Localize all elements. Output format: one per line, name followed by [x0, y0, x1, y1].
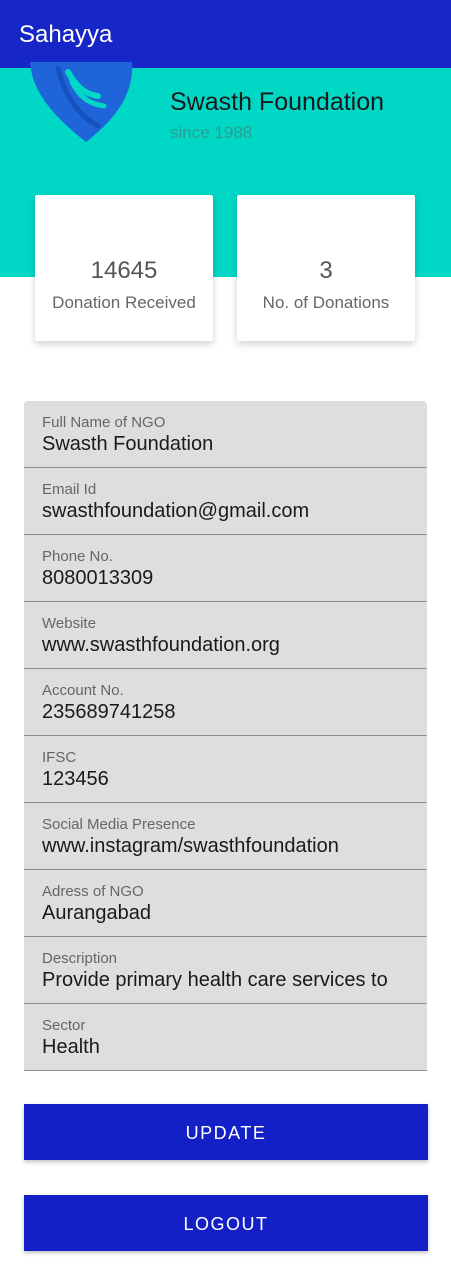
field-value[interactable]: Provide primary health care services to [42, 968, 409, 992]
description-field[interactable]: Description Provide primary health care … [24, 937, 427, 1004]
field-value[interactable]: 235689741258 [42, 700, 409, 724]
field-value[interactable]: www.swasthfoundation.org [42, 633, 409, 657]
field-label: Full Name of NGO [42, 414, 166, 431]
sector-field[interactable]: Sector Health [24, 1004, 427, 1071]
ifsc-field[interactable]: IFSC 123456 [24, 736, 427, 803]
field-label: Phone No. [42, 548, 113, 565]
donation-received-card: 14645 Donation Received [35, 195, 213, 341]
app-bar: Sahayya [0, 0, 451, 68]
donation-count-label: No. of Donations [262, 293, 390, 312]
ngo-details-form: Full Name of NGO Swasth Foundation Email… [24, 401, 427, 1071]
field-label: Adress of NGO [42, 883, 144, 900]
account-number-field[interactable]: Account No. 235689741258 [24, 669, 427, 736]
update-button[interactable]: UPDATE [24, 1104, 428, 1160]
field-label: Account No. [42, 682, 124, 699]
org-name: Swasth Foundation [170, 88, 385, 116]
field-label: Sector [42, 1017, 86, 1034]
field-label: Social Media Presence [42, 816, 196, 833]
field-value[interactable]: 123456 [42, 767, 409, 791]
ngo-name-field[interactable]: Full Name of NGO Swasth Foundation [24, 401, 427, 468]
field-value[interactable]: www.instagram/swasthfoundation [42, 834, 409, 858]
donation-received-value: 14645 [90, 257, 158, 284]
field-label: Email Id [42, 481, 97, 498]
field-value[interactable]: 8080013309 [42, 566, 409, 590]
heart-hands-icon [30, 62, 133, 142]
social-media-field[interactable]: Social Media Presence www.instagram/swas… [24, 803, 427, 870]
field-value[interactable]: Health [42, 1035, 409, 1059]
field-value[interactable]: Aurangabad [42, 901, 409, 925]
email-field[interactable]: Email Id swasthfoundation@gmail.com [24, 468, 427, 535]
field-value[interactable]: Swasth Foundation [42, 432, 409, 456]
phone-field[interactable]: Phone No. 8080013309 [24, 535, 427, 602]
logout-button[interactable]: LOGOUT [24, 1195, 428, 1251]
donation-received-label: Donation Received [52, 293, 196, 312]
website-field[interactable]: Website www.swasthfoundation.org [24, 602, 427, 669]
donation-count-value: 3 [319, 257, 333, 284]
field-value[interactable]: swasthfoundation@gmail.com [42, 499, 409, 523]
org-since: since 1988 [170, 123, 253, 142]
address-field[interactable]: Adress of NGO Aurangabad [24, 870, 427, 937]
field-label: Website [42, 615, 96, 632]
donation-count-card: 3 No. of Donations [237, 195, 415, 341]
field-label: Description [42, 950, 118, 967]
field-label: IFSC [42, 749, 77, 766]
app-title: Sahayya [19, 21, 113, 48]
